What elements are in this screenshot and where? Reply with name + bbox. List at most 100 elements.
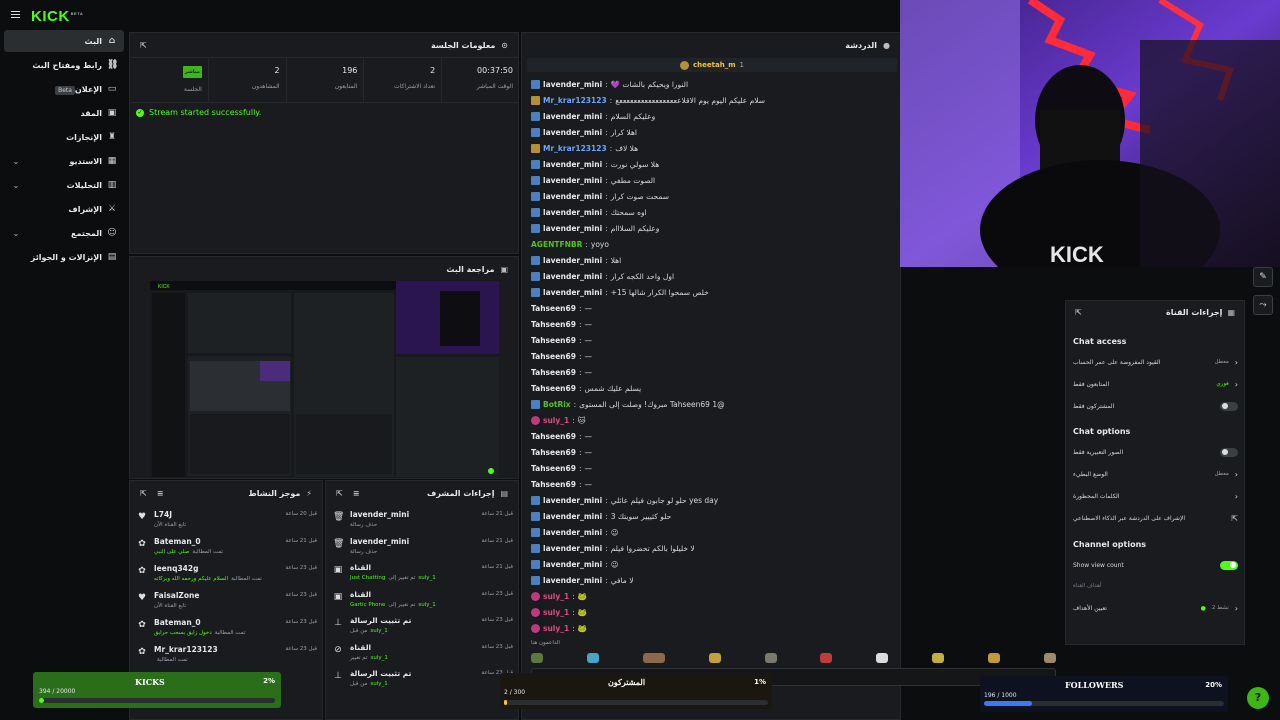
chat-message[interactable]: suly_1: 🐸	[531, 588, 587, 604]
chat-message[interactable]: lavender_mini: 😉	[531, 556, 619, 572]
mod-action-item[interactable]: ⊥ تم تثبيت الرسالة من قبلsuly_1 قبل 23 ساعة	[333, 613, 513, 640]
supporter-emote-icon[interactable]	[932, 653, 945, 663]
pinned-user-bar[interactable]: cheetah_m 1	[527, 58, 897, 72]
chat-message[interactable]: Tahseen69: —	[531, 364, 592, 380]
mod-action-user[interactable]: القناة	[350, 563, 371, 572]
chat-username[interactable]: lavender_mini	[543, 128, 602, 137]
chat-message[interactable]: lavender_mini: هلا سولي نورت	[531, 156, 659, 172]
setting-toggle[interactable]	[1220, 447, 1238, 457]
sidebar-item[interactable]: ⌄ الاستديو ▦	[4, 150, 124, 172]
chat-message[interactable]: lavender_mini: لا خليلوا بالكم تحضروا فيل…	[531, 540, 695, 556]
chat-username[interactable]: lavender_mini	[543, 192, 602, 201]
chat-message[interactable]: lavender_mini: النورا ويحيكم بالشات 💜	[531, 76, 688, 92]
setting-row[interactable]: الوضع البطيء معطل ›	[1073, 464, 1238, 484]
sidebar-item[interactable]: رابط ومفتاح البث ⛓	[4, 54, 124, 76]
chat-message[interactable]: lavender_mini: لا مافي	[531, 572, 634, 588]
chat-message[interactable]: lavender_mini: وعليكم السلااام	[531, 220, 659, 236]
supporter-emote-icon[interactable]	[764, 653, 777, 663]
chat-username[interactable]: Tahseen69	[531, 368, 576, 377]
setting-row[interactable]: المتابعون فقط فوري ›	[1073, 374, 1238, 394]
popout-icon[interactable]: ⇱	[140, 489, 147, 498]
chat-username[interactable]: Tahseen69	[531, 336, 576, 345]
activity-item[interactable]: ✿ Bateman_0 تمت المطالبةصلي على النبي قبل 2…	[137, 534, 317, 561]
filter-icon[interactable]: ≡	[157, 489, 164, 498]
activity-item[interactable]: ♥ FaisalZone تابع القناة الآن قبل 23 ساعة	[137, 588, 317, 615]
setting-control[interactable]: ⇱	[1225, 514, 1238, 523]
setting-control[interactable]: ›	[1229, 492, 1238, 501]
setting-control[interactable]	[1220, 401, 1238, 411]
chat-username[interactable]: Tahseen69	[531, 448, 576, 457]
chat-message[interactable]: suly_1: 🐱	[531, 412, 586, 428]
supporter-emote-icon[interactable]	[708, 653, 721, 663]
chat-username[interactable]: Tahseen69	[531, 384, 576, 393]
menu-icon[interactable]	[11, 11, 20, 18]
setting-row[interactable]: الصور التعبيرية فقط	[1073, 442, 1238, 462]
setting-row[interactable]: المشتركون فقط	[1073, 396, 1238, 416]
setting-row[interactable]: الإشراف على الدردشة عبر الذكاء الاصطناعي…	[1073, 508, 1238, 528]
chat-message[interactable]: lavender_mini: الصوت مطفي	[531, 172, 655, 188]
activity-user[interactable]: leenq342g	[154, 564, 198, 573]
chat-message[interactable]: Mr_krar123123: سلام عليكم اليوم يوم الاقل…	[531, 92, 765, 108]
help-icon[interactable]: ?	[1247, 687, 1269, 709]
setting-row[interactable]: الكلمات المحظورة ›	[1073, 486, 1238, 506]
sidebar-item[interactable]: الإنجازات ♜	[4, 126, 124, 148]
chat-username[interactable]: suly_1	[543, 416, 569, 425]
supporter-emote-icon[interactable]	[642, 653, 665, 663]
chat-message[interactable]: Tahseen69: —	[531, 428, 592, 444]
chat-message[interactable]: Tahseen69: —	[531, 476, 592, 492]
chat-username[interactable]: lavender_mini	[543, 80, 602, 89]
chat-username[interactable]: Tahseen69	[531, 432, 576, 441]
chat-username[interactable]: lavender_mini	[543, 160, 602, 169]
setting-toggle[interactable]	[1220, 401, 1238, 411]
chat-message[interactable]: lavender_mini: وعليكم السلام	[531, 108, 655, 124]
chat-username[interactable]: AGENTFNBR	[531, 240, 582, 249]
setting-control[interactable]: معطل ›	[1215, 358, 1238, 367]
sidebar-item[interactable]: ⌄ المجتمع ☺	[4, 222, 124, 244]
chat-message[interactable]: lavender_mini: اول واحد الكجه كرار	[531, 268, 674, 284]
chat-username[interactable]: lavender_mini	[543, 496, 602, 505]
supporter-emote-icon[interactable]	[876, 653, 889, 663]
mod-action-user[interactable]: lavender_mini	[350, 510, 409, 519]
setting-control[interactable]: معطل ›	[1215, 470, 1238, 479]
chat-username[interactable]: lavender_mini	[543, 288, 602, 297]
mod-action-item[interactable]: ▣ القناة Gartic Phone تم تغيير إلى suly_1 قبل…	[333, 587, 513, 614]
mod-action-user[interactable]: القناة	[350, 590, 371, 599]
chat-username[interactable]: Mr_krar123123	[543, 96, 607, 105]
kick-logo[interactable]: KICKBETA	[31, 8, 83, 25]
show-view-count-row[interactable]: Show view count	[1073, 555, 1238, 575]
chat-username[interactable]: Mr_krar123123	[543, 144, 607, 153]
activity-user[interactable]: Bateman_0	[154, 618, 201, 627]
wrench-icon[interactable]: ✎	[1253, 267, 1273, 287]
sidebar-item[interactable]: الإنزالات و الجوائز ▤	[4, 246, 124, 268]
chat-username[interactable]: lavender_mini	[543, 528, 602, 537]
filter-icon[interactable]: ≡	[353, 489, 360, 498]
chat-message[interactable]: Tahseen69: —	[531, 300, 592, 316]
chat-message[interactable]: suly_1: 🐸	[531, 620, 587, 636]
sidebar-item[interactable]: الإشراف ⚔	[4, 198, 124, 220]
setting-control[interactable]	[1220, 447, 1238, 457]
share-icon[interactable]: ⤳	[1253, 295, 1273, 315]
chat-message[interactable]: lavender_mini: اهلا	[531, 252, 621, 268]
chat-message[interactable]: Tahseen69: —	[531, 332, 592, 348]
chat-username[interactable]: lavender_mini	[543, 256, 602, 265]
popout-icon[interactable]: ⇱	[1075, 308, 1082, 317]
setting-row[interactable]: القيود المفروضة على عمر الحساب معطل ›	[1073, 352, 1238, 372]
chat-username[interactable]: suly_1	[543, 624, 569, 633]
chat-message[interactable]: lavender_mini: yes day حلو لو جابون فيلم …	[531, 492, 718, 508]
activity-item[interactable]: ✿ leenq342g تمت المطالبةالسلام عليكم ورحمه…	[137, 561, 317, 588]
chat-message[interactable]: AGENTFNBR: yoyo	[531, 236, 609, 252]
supporter-emote-icon[interactable]	[531, 653, 543, 663]
chat-username[interactable]: lavender_mini	[543, 208, 602, 217]
chat-username[interactable]: lavender_mini	[543, 576, 602, 585]
chat-message[interactable]: Tahseen69: يسلم عليك شمس	[531, 380, 641, 396]
chat-message[interactable]: lavender_mini: سمحت صوت كرار	[531, 188, 669, 204]
activity-user[interactable]: L74J	[154, 510, 172, 519]
chat-message[interactable]: Tahseen69: —	[531, 348, 592, 364]
chat-message[interactable]: Tahseen69: —	[531, 460, 592, 476]
popout-icon[interactable]: ⇱	[336, 489, 343, 498]
chat-message[interactable]: BotRix: @Tahseen69 1 مبروك! وصلت إلى المس…	[531, 396, 725, 412]
chat-username[interactable]: lavender_mini	[543, 512, 602, 521]
setting-control[interactable]: فوري ›	[1216, 380, 1238, 389]
supporter-emote-icon[interactable]	[586, 653, 599, 663]
popout-icon[interactable]: ⇱	[140, 41, 147, 50]
